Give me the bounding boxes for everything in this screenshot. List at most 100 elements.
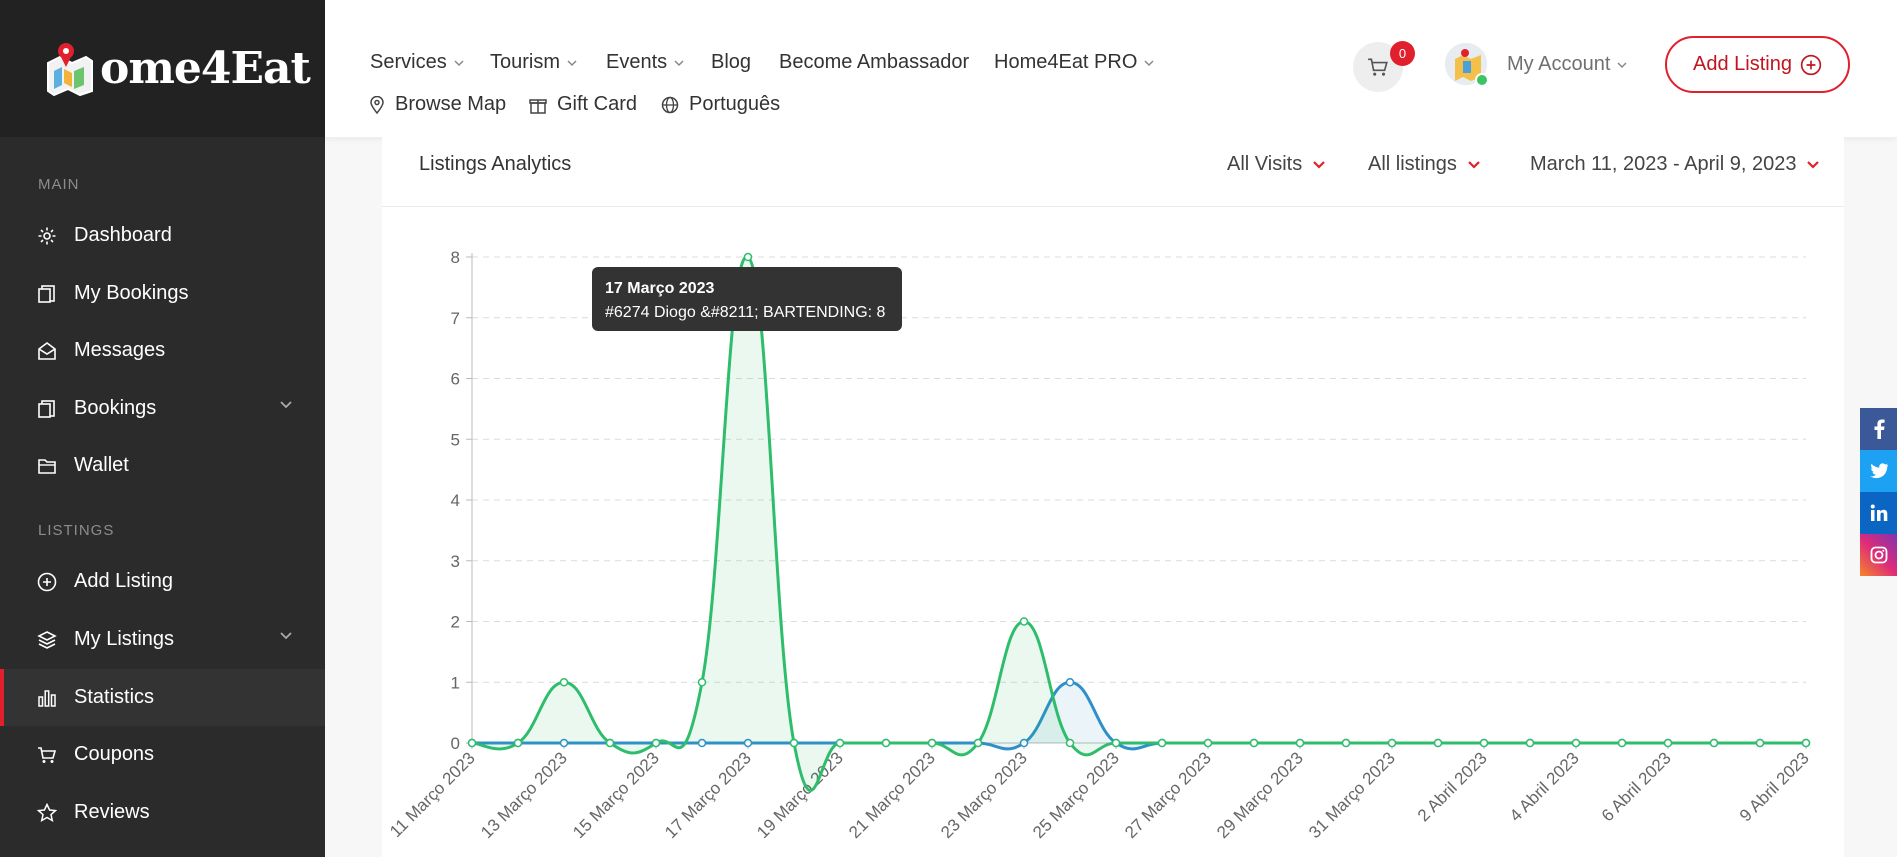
nav-label: Services	[370, 51, 447, 73]
sidebar-item-statistics[interactable]: Statistics	[0, 669, 325, 726]
instagram-icon	[1870, 546, 1887, 564]
twitter-share-button[interactable]	[1860, 450, 1897, 492]
x-tick-label: 25 Março 2023	[1029, 748, 1123, 842]
listings-filter[interactable]: All listings	[1368, 153, 1481, 176]
x-tick-label: 2 Abril 2023	[1414, 748, 1491, 825]
sidebar-item-bookings[interactable]: Bookings	[0, 380, 325, 437]
nav-tourism[interactable]: Tourism	[490, 51, 578, 74]
bar-chart-icon	[36, 687, 58, 709]
data-point	[1065, 678, 1075, 687]
nav-language[interactable]: Português	[661, 93, 780, 116]
bookings-icon	[36, 283, 58, 305]
filter-label: All Visits	[1227, 153, 1303, 175]
x-tick-label: 6 Abril 2023	[1598, 748, 1675, 825]
x-tick-label: 9 Abril 2023	[1736, 748, 1813, 825]
account-label: My Account	[1507, 53, 1611, 75]
add-listing-button[interactable]: Add Listing	[1665, 36, 1850, 93]
sidebar-item-label: Statistics	[74, 686, 155, 708]
panel-title: Listings Analytics	[419, 153, 572, 175]
cart-icon	[36, 744, 58, 766]
data-point	[1065, 738, 1075, 748]
tooltip-title: 17 Março 2023	[605, 280, 715, 297]
data-point	[1387, 738, 1397, 748]
chevron-down-icon	[280, 401, 292, 409]
series-line	[472, 680, 1806, 751]
nav-events[interactable]: Events	[606, 51, 685, 74]
data-point	[927, 738, 937, 748]
sidebar-item-label: Bookings	[74, 397, 157, 419]
sidebar-item-label: Add Listing	[74, 570, 173, 592]
series-line	[471, 255, 1806, 792]
globe-icon	[661, 96, 679, 113]
nav-label: Browse Map	[395, 93, 507, 115]
data-point	[1295, 738, 1305, 748]
sidebar-item-wallet[interactable]: Wallet	[0, 437, 325, 494]
chevron-down-icon	[454, 59, 464, 66]
chevron-down-icon	[1807, 160, 1820, 169]
sidebar-item-label: My Listings	[74, 628, 175, 650]
x-tick-label: 15 Março 2023	[569, 748, 663, 842]
filter-label: March 11, 2023 - April 9, 2023	[1530, 153, 1797, 175]
data-point	[1801, 738, 1811, 748]
chevron-down-icon	[1313, 160, 1325, 169]
chevron-down-icon	[674, 59, 684, 66]
nav-home4eat-pro[interactable]: Home4Eat PRO	[994, 51, 1155, 74]
x-tick-label: 29 Março 2023	[1213, 748, 1307, 842]
visits-filter[interactable]: All Visits	[1227, 153, 1326, 176]
sidebar-item-label: Messages	[74, 339, 166, 361]
sidebar-item-coupons[interactable]: Coupons	[0, 726, 325, 783]
chevron-down-icon	[1468, 160, 1480, 169]
section-main: MAIN	[38, 176, 80, 193]
x-tick-label: 4 Abril 2023	[1506, 748, 1583, 825]
star-icon	[36, 802, 58, 824]
nav-gift-card[interactable]: Gift Card	[529, 93, 637, 116]
data-point	[513, 738, 523, 748]
y-tick-label: 1	[451, 673, 460, 692]
instagram-share-button[interactable]	[1860, 534, 1897, 576]
chevron-down-icon	[1617, 61, 1627, 68]
sidebar-item-my-listings[interactable]: My Listings	[0, 611, 325, 668]
online-status-indicator	[1475, 73, 1489, 87]
nav-label: Become Ambassador	[779, 51, 970, 73]
nav-label: Blog	[711, 51, 752, 73]
sidebar-item-dashboard[interactable]: Dashboard	[0, 207, 325, 264]
sidebar-item-my-bookings[interactable]: My Bookings	[0, 265, 325, 322]
x-tick-label: 21 Março 2023	[845, 748, 939, 842]
chart-tooltip: 17 Março 2023 #6274 Diogo &#8211; BARTEN…	[592, 267, 902, 331]
nav-blog[interactable]: Blog	[711, 51, 751, 74]
data-point	[467, 738, 477, 748]
y-tick-label: 6	[451, 370, 460, 389]
tooltip-body: #6274 Diogo &#8211; BARTENDING: 8	[605, 304, 886, 321]
y-tick-label: 8	[451, 248, 460, 267]
x-tick-label: 31 Março 2023	[1305, 748, 1399, 842]
wallet-icon	[36, 455, 58, 477]
x-tick-label: 23 Março 2023	[937, 748, 1031, 842]
nav-browse-map[interactable]: Browse Map	[369, 93, 506, 116]
linkedin-share-button[interactable]	[1860, 492, 1897, 534]
data-point	[789, 738, 799, 748]
sidebar-item-label: Wallet	[74, 454, 129, 476]
my-account-menu[interactable]: My Account	[1507, 53, 1628, 76]
plus-circle-icon	[36, 571, 58, 593]
sidebar-item-messages[interactable]: Messages	[0, 322, 325, 379]
logo-map-icon	[47, 42, 93, 96]
x-tick-label: 27 Março 2023	[1121, 748, 1215, 842]
top-nav: Services Tourism Events Blog Become Amba…	[325, 0, 1897, 137]
envelope-icon	[36, 340, 58, 362]
chevron-down-icon	[567, 59, 577, 66]
nav-become-ambassador[interactable]: Become Ambassador	[779, 51, 969, 74]
sidebar-item-reviews[interactable]: Reviews	[0, 784, 325, 841]
data-point	[1433, 738, 1443, 748]
sidebar-item-add-listing[interactable]: Add Listing	[0, 553, 325, 610]
nav-services[interactable]: Services	[370, 51, 465, 74]
data-point	[697, 678, 707, 687]
listings-analytics-panel: Listings Analytics All Visits All listin…	[382, 137, 1844, 857]
logo[interactable]: ome4Eat	[0, 0, 325, 137]
data-point	[1019, 617, 1029, 626]
chevron-down-icon	[280, 632, 292, 640]
nav-label: Português	[689, 93, 781, 115]
data-point	[651, 738, 661, 748]
data-point	[1111, 738, 1121, 748]
facebook-share-button[interactable]	[1860, 408, 1897, 450]
date-range-filter[interactable]: March 11, 2023 - April 9, 2023	[1530, 153, 1820, 176]
